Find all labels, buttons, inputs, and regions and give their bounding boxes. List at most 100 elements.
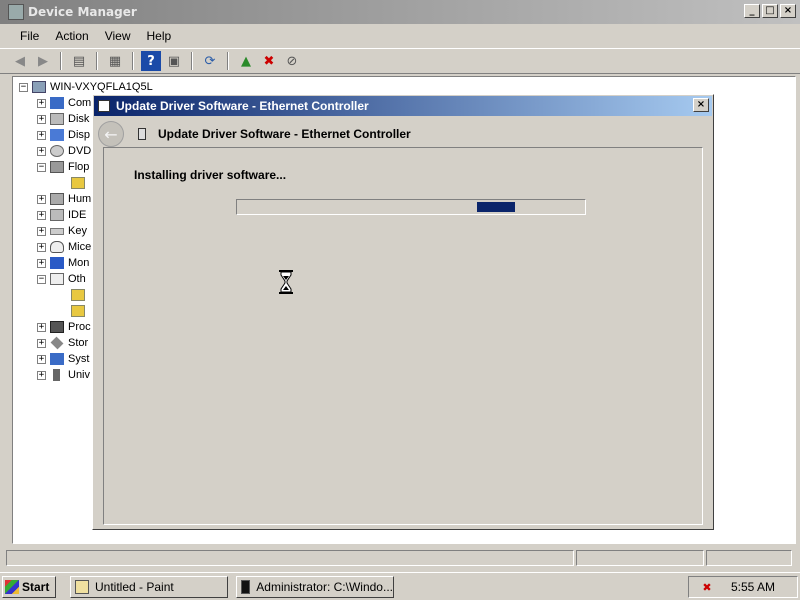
tree-child-other-2[interactable] [71,303,89,319]
tree-item-human[interactable]: + Hum [37,191,91,207]
expand-icon[interactable]: + [37,322,46,332]
tree-item-keyboard[interactable]: + Key [37,223,87,239]
tree-item-label: IDE [68,209,87,221]
properties-icon[interactable]: ▦ [105,51,125,71]
menu-view[interactable]: View [97,27,139,45]
close-button[interactable]: × [780,4,796,18]
start-label: Start [22,579,50,594]
driver-icon [138,128,146,140]
display-adapter-icon [50,129,64,141]
system-tray: ✖ 5:55 AM [688,576,798,598]
tree-item-label: Mice [68,241,92,253]
forward-arrow-icon[interactable]: ▶ [33,51,53,71]
menu-help[interactable]: Help [139,27,180,45]
tree-item-system[interactable]: + Syst [37,351,89,367]
tree-item-processors[interactable]: + Proc [37,319,91,335]
task-paint[interactable]: Untitled - Paint [70,575,228,598]
tree-root[interactable]: − WIN-VXYQFLA1Q5L [19,79,153,95]
tree-item-floppy[interactable]: − Flop [37,159,89,175]
statusbar [6,550,794,568]
tree-item-dvd[interactable]: + DVD [37,143,91,159]
tree-child-other-1[interactable] [71,287,89,303]
expand-icon[interactable]: + [37,114,46,124]
expand-icon[interactable]: + [37,98,46,108]
menu-action[interactable]: Action [47,27,96,45]
scan-hardware-icon[interactable]: ⟳ [200,51,220,71]
expand-icon[interactable]: + [37,242,46,252]
expand-icon[interactable]: + [37,226,46,236]
device-manager-titlebar[interactable]: Device Manager _ □ × [0,0,800,24]
minimize-button[interactable]: _ [744,4,760,18]
tree-item-usb[interactable]: + Univ [37,367,90,383]
mouse-icon [50,241,64,253]
expand-icon[interactable]: + [37,194,46,204]
warning-device-icon [71,289,85,301]
command-prompt-icon [241,579,251,594]
back-button[interactable]: ← [98,121,124,147]
dialog-titlebar[interactable]: Update Driver Software - Ethernet Contro… [94,96,712,116]
expand-icon[interactable]: + [37,354,46,364]
tree-child-floppy[interactable] [71,175,89,191]
tree-item-label: Mon [68,257,90,269]
network-disconnected-icon[interactable]: ✖ [699,579,715,595]
tree-item-label: Oth [68,273,86,285]
tree-item-computer[interactable]: + Com [37,95,91,111]
tree-item-label: Disk [68,113,90,125]
tree-item-display[interactable]: + Disp [37,127,90,143]
tree-item-label: Com [68,97,92,109]
help-icon[interactable]: ? [141,51,161,71]
tree-item-mice[interactable]: + Mice [37,239,91,255]
device-manager-icon [8,4,24,20]
action-pane-icon[interactable]: ▣ [164,51,184,71]
usb-icon [53,369,60,381]
expand-icon[interactable]: + [37,370,46,380]
storage-controller-icon [50,336,64,350]
disk-drive-icon [50,113,64,125]
task-label: Untitled - Paint [95,579,174,594]
collapse-icon[interactable]: − [19,82,28,92]
menu-file[interactable]: File [12,27,47,45]
warning-device-icon [71,177,85,189]
expand-icon[interactable]: + [37,130,46,140]
status-text: Installing driver software... [134,168,287,182]
toolbar-separator [96,52,98,70]
tree-item-label: Proc [68,321,91,333]
collapse-icon[interactable]: − [37,274,46,284]
task-cmd[interactable]: Administrator: C:\Windo... [236,575,394,598]
ide-controller-icon [50,209,64,221]
update-driver-dialog: Update Driver Software - Ethernet Contro… [92,94,714,530]
collapse-icon[interactable]: − [37,162,46,172]
expand-icon[interactable]: + [37,338,46,348]
tree-item-disk[interactable]: + Disk [37,111,89,127]
tree-item-storage[interactable]: + Stor [37,335,88,351]
toolbar-separator [191,52,193,70]
tree-item-monitors[interactable]: + Mon [37,255,89,271]
show-hide-console-tree-icon[interactable]: ▤ [69,51,89,71]
back-arrow-icon[interactable]: ◀ [10,51,30,71]
disable-device-icon[interactable]: ⊘ [282,51,302,71]
floppy-drive-icon [50,161,64,173]
expand-icon[interactable]: + [37,258,46,268]
tree-item-label: Flop [68,161,90,173]
expand-icon[interactable]: + [37,146,46,156]
uninstall-icon[interactable]: ✖ [259,51,279,71]
task-label: Administrator: C:\Windo... [256,579,393,594]
toolbar-separator [132,52,134,70]
expand-icon[interactable]: + [37,210,46,220]
warning-device-icon [71,305,85,317]
monitor-icon [50,257,64,269]
update-driver-icon[interactable]: ▲ [236,51,256,71]
tree-item-ide[interactable]: + IDE [37,207,86,223]
toolbar-separator [60,52,62,70]
dialog-close-button[interactable]: × [693,98,709,112]
tree-item-label: Stor [68,337,89,349]
start-button[interactable]: Start [2,575,56,598]
dialog-header: ← Update Driver Software - Ethernet Cont… [94,117,712,151]
maximize-button[interactable]: □ [762,4,778,18]
clock[interactable]: 5:55 AM [731,580,775,594]
dialog-title: Update Driver Software - Ethernet Contro… [116,99,369,113]
taskbar: Start Untitled - Paint Administrator: C:… [0,572,800,600]
hourglass-cursor-icon [279,270,293,294]
computer-icon [32,81,46,93]
tree-item-other[interactable]: − Oth [37,271,86,287]
